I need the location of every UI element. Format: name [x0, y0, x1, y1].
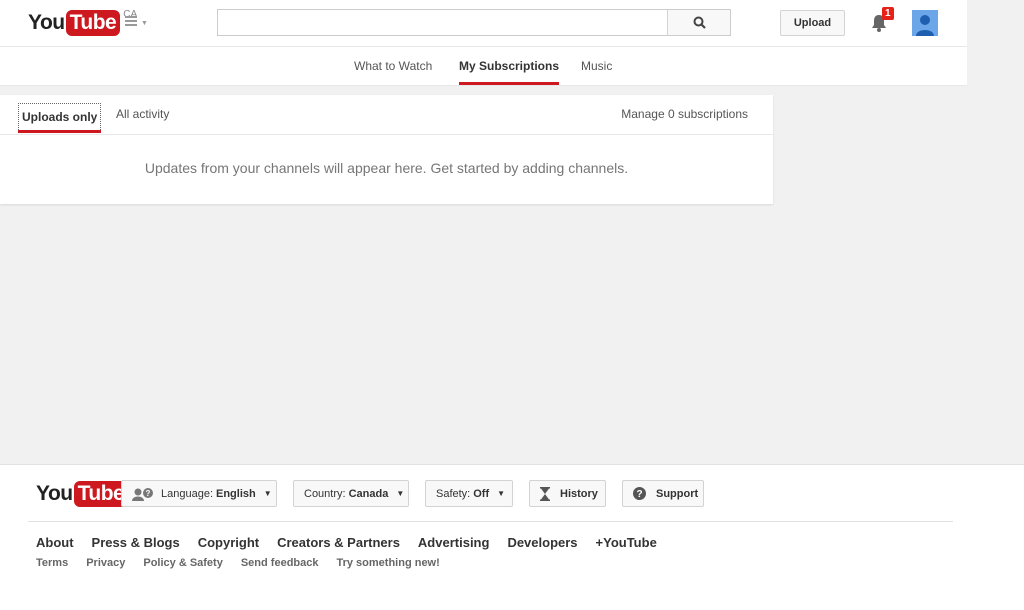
avatar[interactable]	[912, 10, 938, 36]
search-button[interactable]	[667, 10, 730, 35]
footer-link-try-something-new[interactable]: Try something new!	[336, 557, 439, 569]
safety-picker-button[interactable]: Safety: Off ▼	[425, 480, 513, 507]
support-button[interactable]: ? Support	[622, 480, 704, 507]
footer-logo-you-text: You	[36, 482, 73, 505]
search-box	[217, 9, 731, 36]
language-label: Language:	[161, 487, 213, 500]
footer-link-plus-youtube[interactable]: +YouTube	[596, 535, 657, 550]
chevron-down-icon: ▼	[396, 489, 405, 498]
country-picker-button[interactable]: Country: Canada ▼	[293, 480, 409, 507]
footer-youtube-logo[interactable]: You Tube	[36, 481, 129, 507]
empty-feed-message: Updates from your channels will appear h…	[144, 160, 629, 176]
user-avatar-icon	[912, 10, 938, 36]
youtube-logo[interactable]: You Tube CA	[28, 9, 137, 36]
footer-link-terms[interactable]: Terms	[36, 557, 68, 569]
language-icon: ?	[132, 487, 154, 501]
tab-all-activity[interactable]: All activity	[116, 103, 169, 126]
footer-link-about[interactable]: About	[36, 535, 74, 550]
masthead: You Tube CA ▼ Upload 1	[0, 0, 967, 47]
footer-link-privacy[interactable]: Privacy	[86, 557, 125, 569]
logo-you-text: You	[28, 11, 65, 34]
footer-link-policy-safety[interactable]: Policy & Safety	[143, 557, 222, 569]
tab-uploads-only[interactable]: Uploads only	[18, 103, 102, 133]
upload-button[interactable]: Upload	[780, 10, 845, 36]
footer-link-creators-partners[interactable]: Creators & Partners	[277, 535, 400, 550]
feed-filter-tabs: Uploads only All activity Manage 0 subsc…	[0, 95, 773, 135]
footer-link-advertising[interactable]: Advertising	[418, 535, 490, 550]
footer-link-press-blogs[interactable]: Press & Blogs	[92, 535, 180, 550]
safety-value: Off	[473, 487, 490, 500]
notification-count-badge[interactable]: 1	[882, 7, 894, 20]
language-value: English	[216, 487, 256, 500]
footer-secondary-links: Terms Privacy Policy & Safety Send feedb…	[36, 557, 440, 569]
tab-music[interactable]: Music	[581, 47, 612, 85]
tab-my-subscriptions[interactable]: My Subscriptions	[459, 47, 560, 85]
support-label: Support	[656, 487, 699, 500]
help-icon: ?	[633, 487, 646, 500]
guide-menu-icon[interactable]: ▼	[125, 16, 148, 28]
search-input[interactable]	[218, 10, 674, 35]
chevron-down-icon: ▼	[497, 489, 506, 498]
footer-link-developers[interactable]: Developers	[507, 535, 577, 550]
svg-text:?: ?	[636, 489, 642, 500]
footer-divider	[28, 521, 953, 522]
logo-tube-text: Tube	[65, 10, 121, 36]
hourglass-icon	[540, 486, 550, 501]
language-picker-button[interactable]: ? Language: English ▼	[121, 480, 277, 507]
footer-link-send-feedback[interactable]: Send feedback	[241, 557, 319, 569]
footer-primary-links: About Press & Blogs Copyright Creators &…	[36, 535, 657, 550]
history-label: History	[560, 487, 598, 500]
svg-text:?: ?	[146, 489, 151, 498]
footer-link-copyright[interactable]: Copyright	[198, 535, 259, 550]
safety-label: Safety:	[436, 487, 471, 500]
chevron-down-icon: ▼	[263, 489, 272, 498]
search-icon	[693, 16, 706, 29]
footer: You Tube ? Language: English ▼ Country: …	[0, 464, 1024, 610]
tab-what-to-watch[interactable]: What to Watch	[354, 47, 432, 85]
manage-subscriptions-link[interactable]: Manage 0 subscriptions	[621, 103, 748, 126]
subscriptions-feed-card: Uploads only All activity Manage 0 subsc…	[0, 95, 773, 204]
country-value: Canada	[348, 487, 389, 500]
history-button[interactable]: History	[529, 480, 606, 507]
country-label: Country:	[304, 487, 346, 500]
top-nav: What to Watch My Subscriptions Music	[0, 47, 967, 86]
